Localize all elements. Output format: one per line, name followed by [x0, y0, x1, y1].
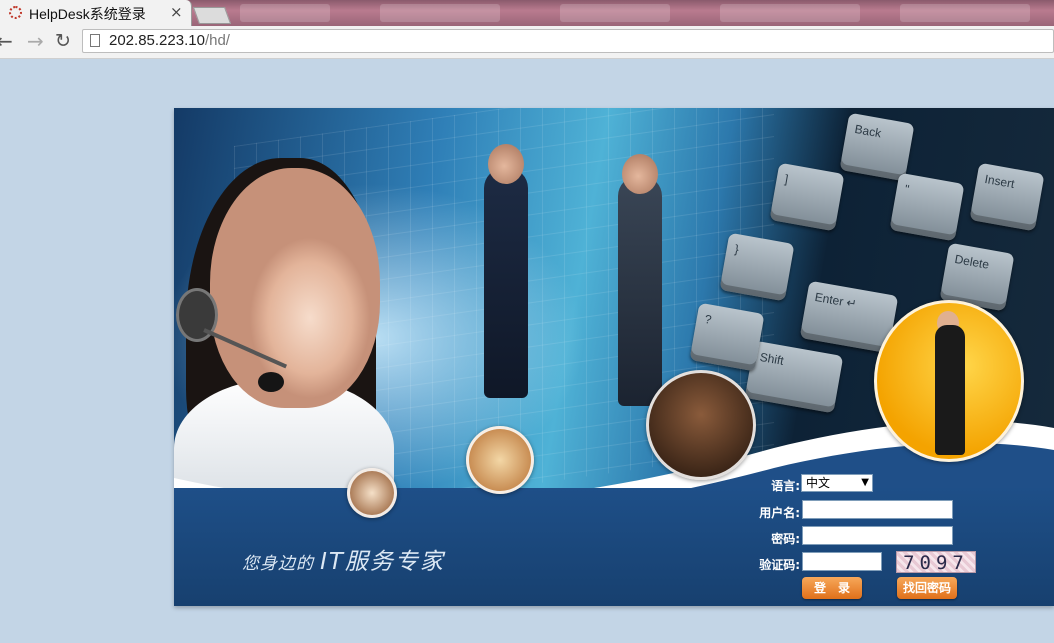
language-label: 语言: [771, 479, 800, 493]
businessman-head [622, 154, 658, 194]
microphone-icon [258, 372, 284, 392]
slogan-prefix: 您身边的 [242, 554, 314, 574]
background-tab[interactable] [380, 4, 500, 22]
keyboard-key: } [719, 232, 795, 302]
businessman-head [488, 144, 524, 184]
active-tab[interactable]: HelpDesk系统登录 × [0, 0, 192, 26]
language-select[interactable]: 中文 ▼ [801, 474, 873, 492]
language-selected-value: 中文 [806, 476, 831, 490]
keyboard-key: ] [769, 162, 845, 232]
back-arrow-icon[interactable]: ← [0, 30, 13, 52]
background-tab[interactable] [900, 4, 1030, 22]
slogan: 您身边的 IT服务专家 [242, 542, 445, 576]
address-bar[interactable]: 202.85.223.10/hd/ [82, 29, 1054, 53]
slogan-main: IT服务专家 [320, 549, 445, 575]
reload-icon[interactable]: ↻ [55, 30, 71, 52]
loading-spinner-icon [9, 6, 22, 19]
background-tab[interactable] [560, 4, 670, 22]
new-tab-button[interactable] [192, 7, 232, 24]
captcha-image[interactable]: 7097 [896, 551, 976, 574]
background-tab[interactable] [240, 4, 330, 22]
businesswoman-figure [935, 325, 965, 455]
page-icon [90, 34, 100, 47]
businessman-figure [618, 176, 662, 406]
login-button[interactable]: 登 录 [802, 577, 862, 599]
forward-arrow-icon[interactable]: → [27, 30, 44, 52]
meeting-photo [646, 370, 756, 480]
url-host: 202.85.223.10 [109, 32, 205, 49]
url-path: /hd/ [204, 32, 230, 49]
login-banner: Back Enter ↵ Shift Delete Insert ] } ? "… [174, 108, 1054, 606]
phone-woman-photo [347, 468, 397, 518]
keyboard-key: Shift [744, 340, 844, 414]
keyboard-key: ? [689, 302, 765, 372]
browser-toolbar: ← → ↻ 202.85.223.10/hd/ [0, 26, 1054, 59]
dropdown-arrow-icon: ▼ [861, 477, 869, 488]
close-tab-icon[interactable]: × [170, 3, 183, 21]
background-tab[interactable] [720, 4, 860, 22]
url-text[interactable]: 202.85.223.10/hd/ [109, 32, 230, 49]
businessman-figure [484, 168, 528, 398]
tab-title: HelpDesk系统登录 [29, 6, 146, 22]
username-label: 用户名: [759, 506, 800, 520]
browser-tab-strip: HelpDesk系统登录 × [0, 0, 1054, 26]
captcha-label: 验证码: [759, 558, 800, 572]
recover-password-button[interactable]: 找回密码 [897, 577, 957, 599]
keyboard-key: Insert [969, 162, 1045, 232]
password-label: 密码: [771, 532, 800, 546]
captcha-input[interactable] [802, 552, 882, 571]
keyboard-key: " [889, 172, 965, 242]
support-agent-face [210, 168, 380, 408]
businesswoman-photo [874, 300, 1024, 462]
username-input[interactable] [802, 500, 953, 519]
colleagues-photo [466, 426, 534, 494]
password-input[interactable] [802, 526, 953, 545]
keyboard-key: Back [839, 112, 915, 182]
